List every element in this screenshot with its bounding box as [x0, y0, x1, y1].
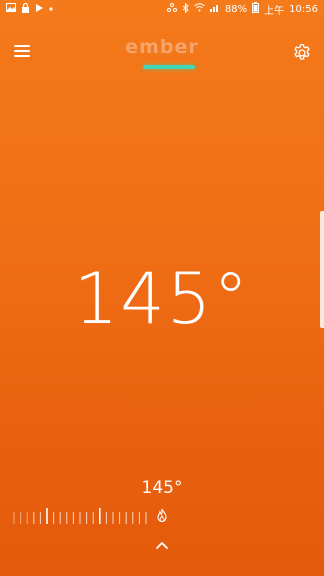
image-icon — [6, 3, 16, 15]
battery-icon — [252, 2, 260, 16]
chevron-up-icon[interactable] — [154, 535, 170, 549]
edge-panel-handle[interactable] — [320, 211, 324, 328]
play-store-icon — [35, 3, 44, 16]
lock-icon — [21, 2, 30, 16]
status-bar-left — [6, 2, 53, 16]
clock: 10:56 — [289, 3, 318, 15]
dot-icon — [49, 4, 53, 14]
status-bar: 88% 上午 10:56 — [0, 0, 324, 18]
gear-icon[interactable] — [292, 43, 312, 63]
wifi-icon — [194, 3, 205, 15]
connection-indicator — [143, 65, 195, 69]
hamburger-menu-icon[interactable] — [14, 45, 30, 57]
flame-icon — [154, 508, 170, 524]
ember-logo: ember — [125, 36, 199, 58]
bluetooth-icon — [182, 2, 189, 16]
target-temperature: 145° — [141, 478, 183, 498]
status-bar-right: 88% 上午 10:56 — [166, 2, 318, 17]
battery-percent: 88% — [224, 3, 248, 15]
time-period: 上午 — [264, 5, 285, 17]
app-header: ember — [0, 36, 324, 76]
network-icon — [166, 3, 177, 15]
temperature-slider[interactable] — [12, 506, 162, 526]
signal-icon — [209, 3, 220, 15]
current-temperature: 145° — [73, 258, 251, 340]
